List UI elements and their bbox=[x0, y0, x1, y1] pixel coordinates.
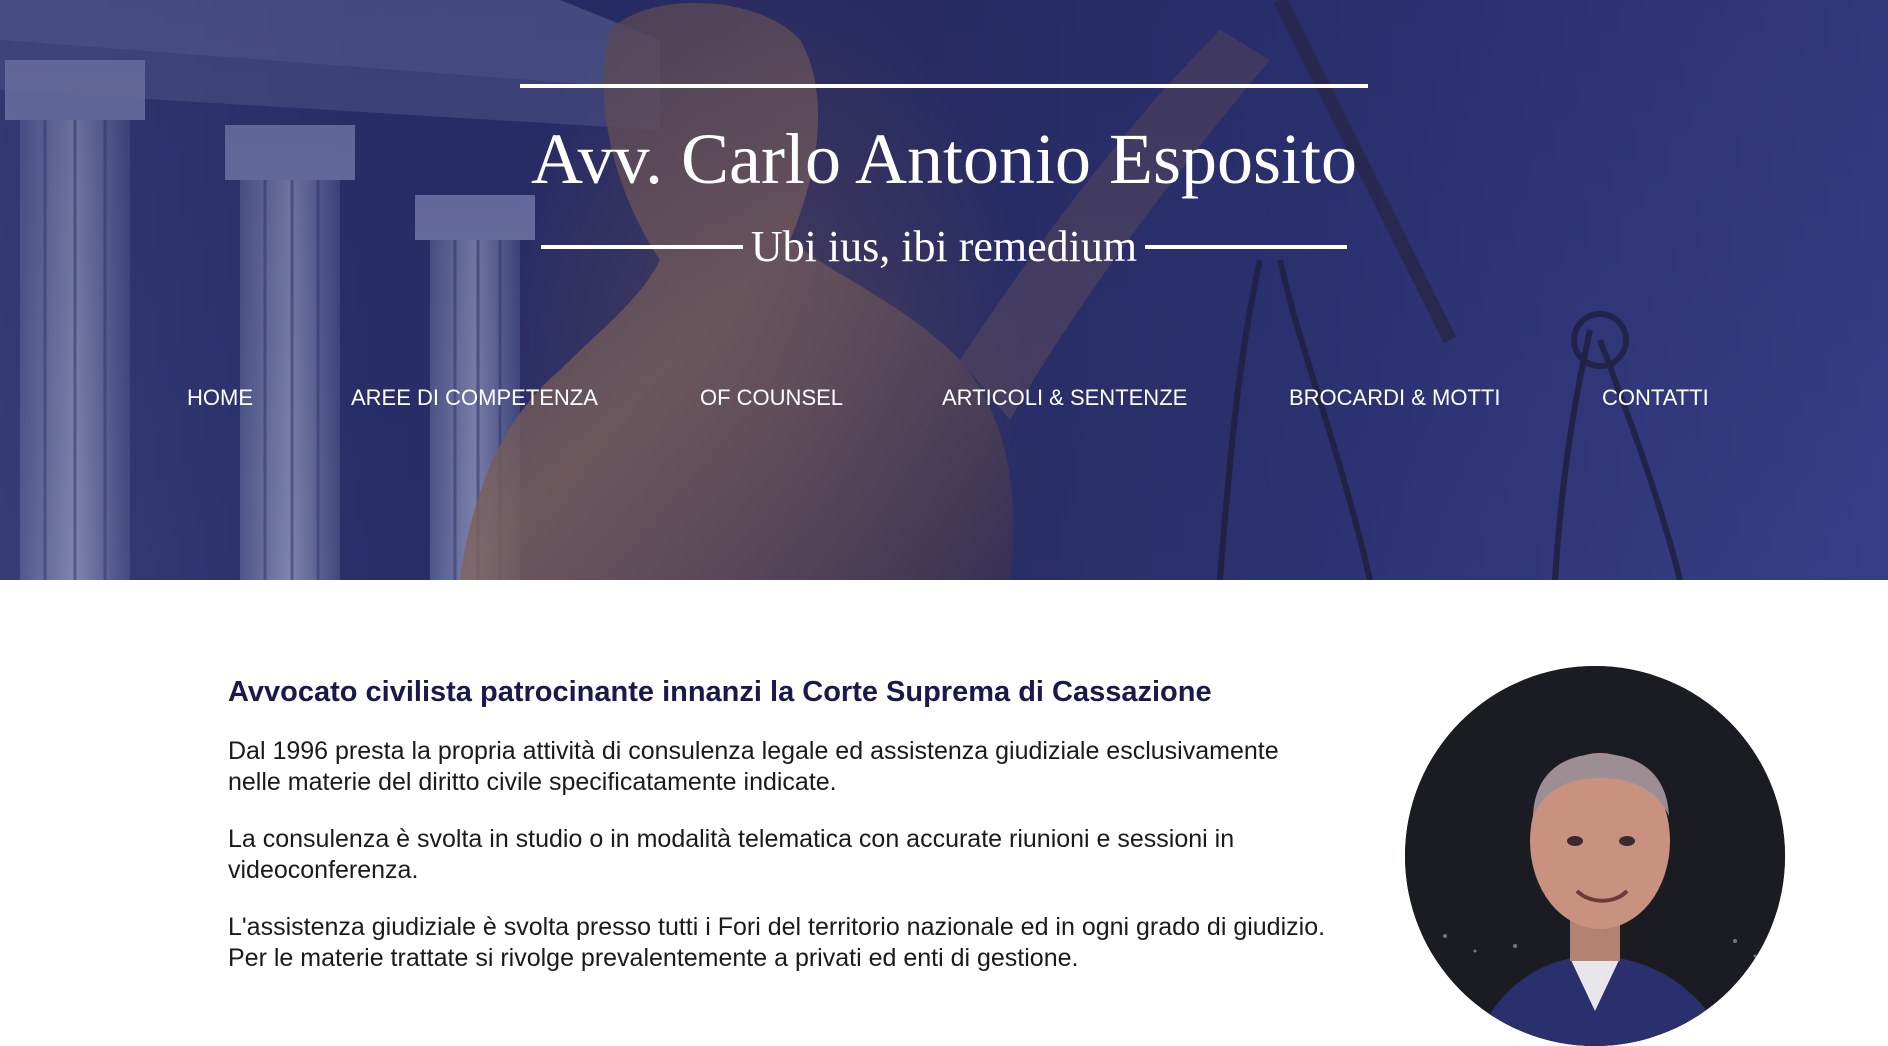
hero-banner: Avv. Carlo Antonio Esposito Ubi ius, ibi… bbox=[0, 0, 1888, 580]
motto-divider-left bbox=[540, 245, 743, 249]
portrait-photo bbox=[1405, 666, 1785, 1046]
page-heading: Avvocato civilista patrocinante innanzi … bbox=[228, 676, 1212, 708]
assistance-paragraph: L'assistenza giudiziale è svolta presso … bbox=[228, 913, 1326, 972]
nav-item-of-counsel[interactable]: OF COUNSEL bbox=[700, 378, 843, 418]
nav-item-home[interactable]: HOME bbox=[187, 378, 253, 418]
site-title[interactable]: Avv. Carlo Antonio Esposito bbox=[520, 118, 1368, 200]
site-motto: Ubi ius, ibi remedium bbox=[750, 222, 1138, 271]
nav-item-contatti[interactable]: CONTATTI bbox=[1602, 378, 1709, 418]
motto-row: Ubi ius, ibi remedium bbox=[520, 222, 1368, 272]
consulting-paragraph: La consulenza è svolta in studio o in mo… bbox=[228, 825, 1235, 884]
nav-item-aree-di-competenza[interactable]: AREE DI COMPETENZA bbox=[351, 378, 598, 418]
nav-item-articoli-sentenze[interactable]: ARTICOLI & SENTENZE bbox=[942, 378, 1187, 418]
lawyer-portrait bbox=[1405, 666, 1785, 1046]
nav-item-brocardi-motti[interactable]: BROCARDI & MOTTI bbox=[1289, 378, 1500, 418]
intro-paragraph: Dal 1996 presta la propria attività di c… bbox=[228, 737, 1279, 796]
main-navigation: HOME AREE DI COMPETENZA OF COUNSEL ARTIC… bbox=[0, 378, 1888, 418]
title-divider-top bbox=[520, 84, 1368, 88]
motto-divider-right bbox=[1145, 245, 1348, 249]
